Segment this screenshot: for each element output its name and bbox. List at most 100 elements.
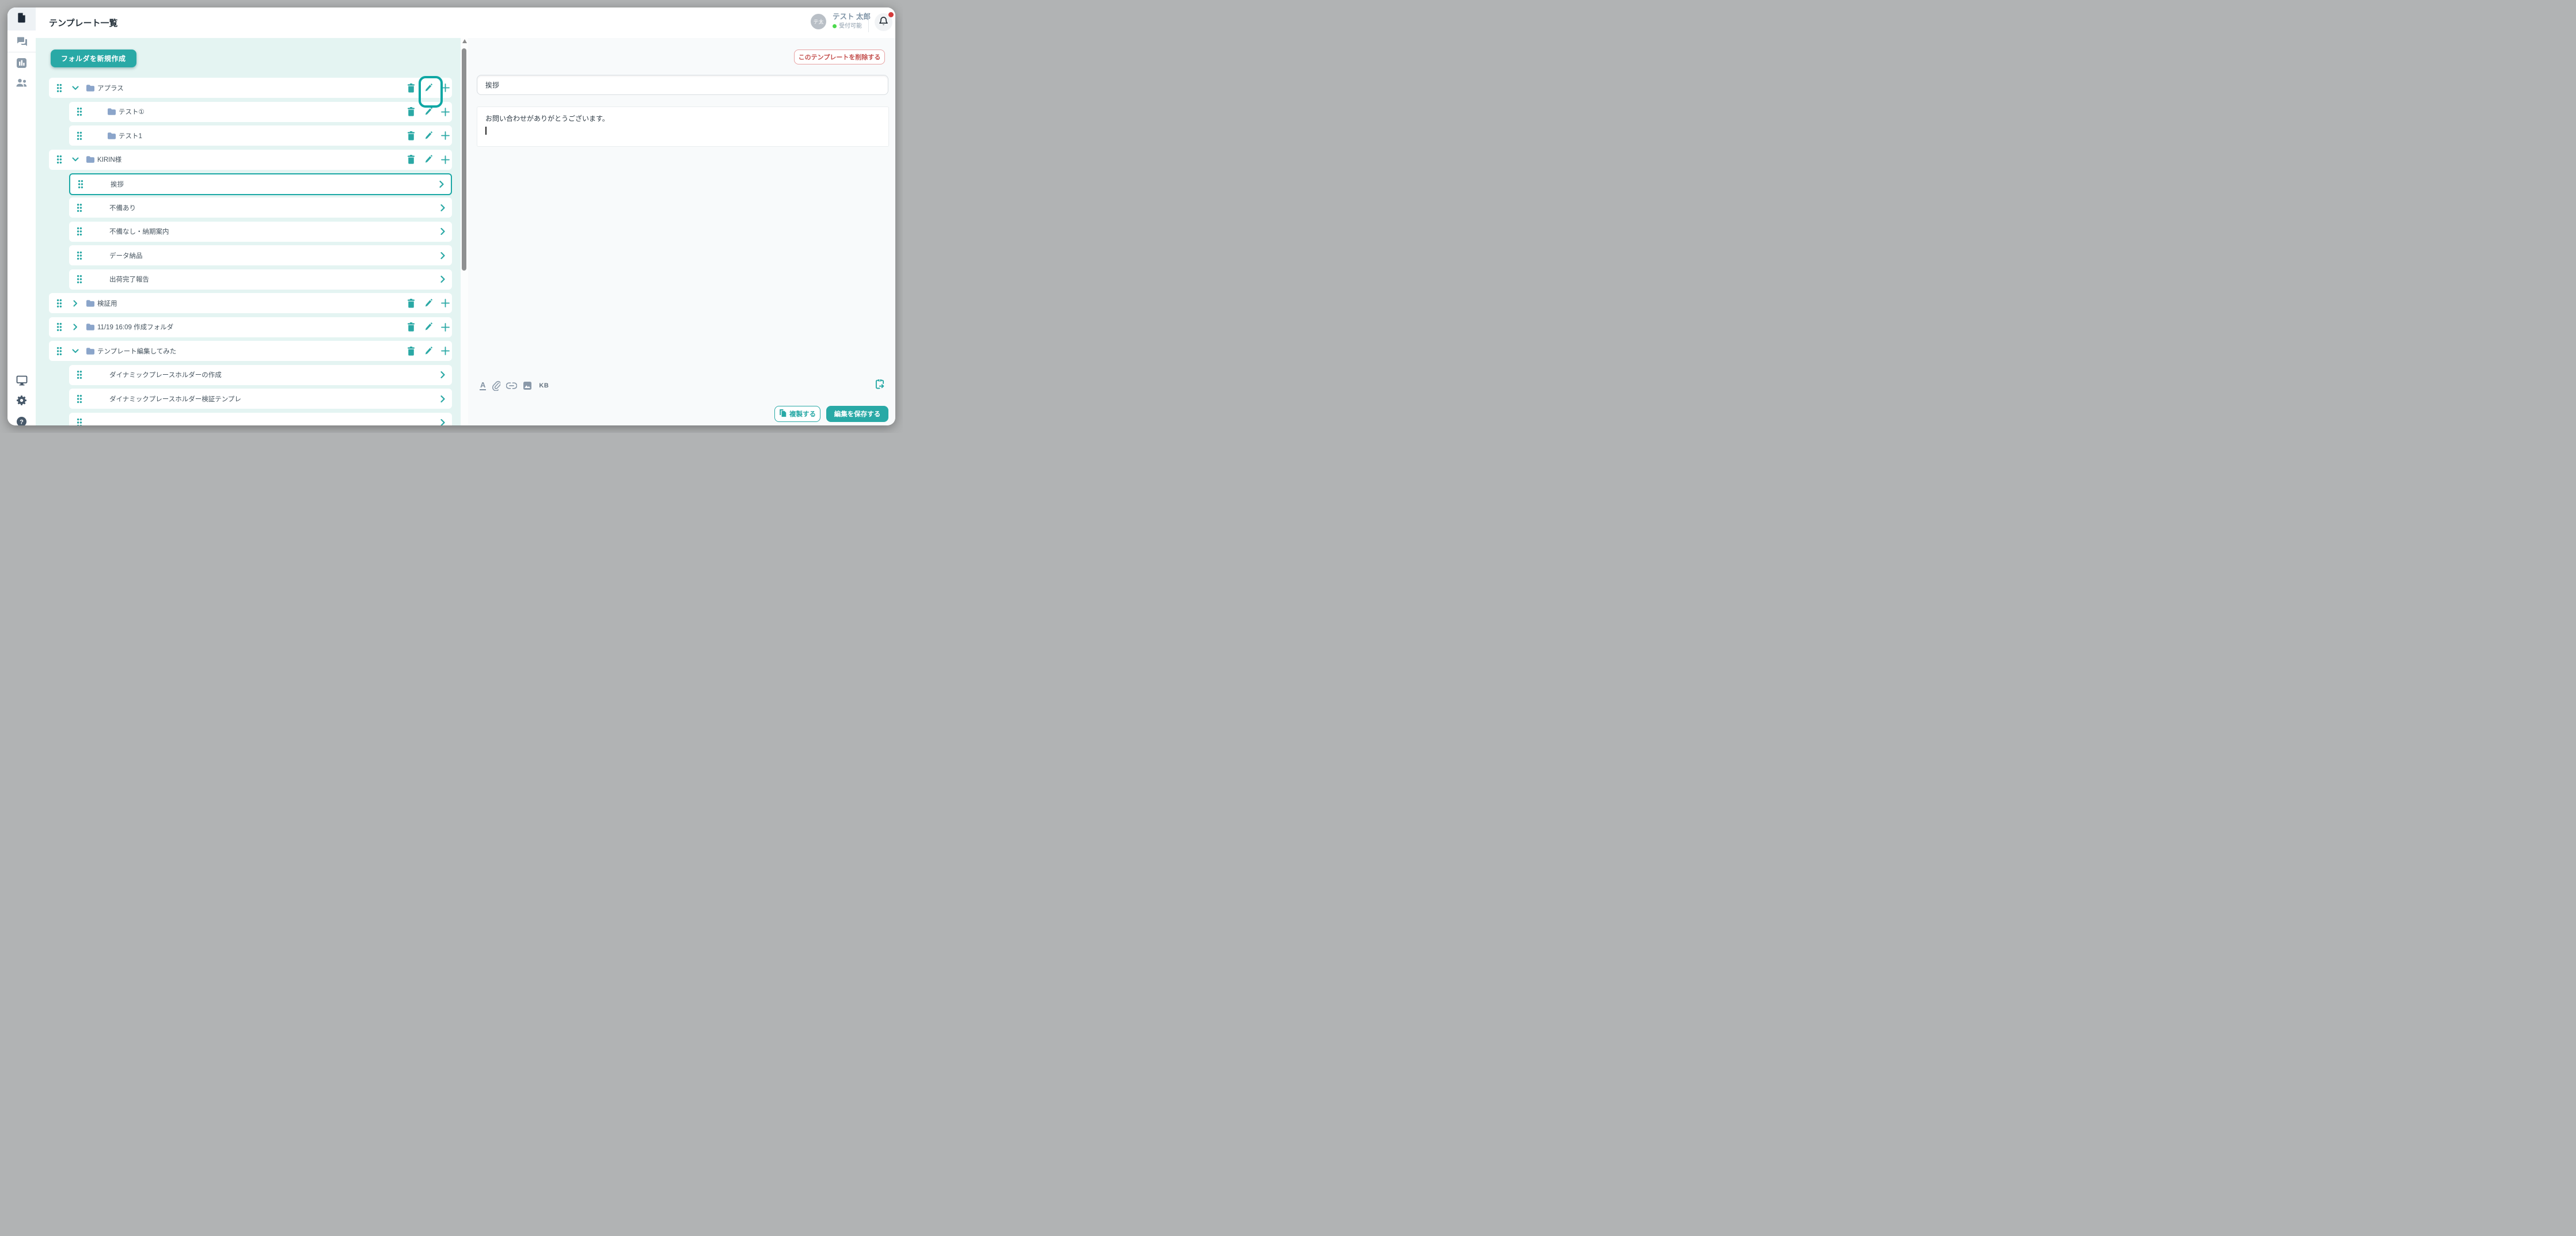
drag-handle-icon[interactable] [56, 155, 62, 164]
add-template-icon[interactable] [441, 131, 450, 140]
copy-icon [779, 409, 787, 419]
duplicate-label: 複製する [789, 409, 816, 419]
attachment-icon[interactable] [492, 381, 500, 391]
status-dot [833, 24, 837, 28]
add-template-icon[interactable] [441, 322, 450, 332]
folder-icon [86, 84, 95, 92]
delete-folder-icon[interactable] [406, 299, 415, 308]
sidebar-item-settings[interactable] [7, 390, 36, 413]
edit-folder-icon[interactable] [424, 131, 432, 140]
drag-handle-icon[interactable] [77, 107, 82, 116]
tree-row[interactable]: データ納品 [69, 245, 452, 265]
sidebar-item-help[interactable]: ? [7, 412, 36, 425]
edit-folder-icon[interactable] [424, 347, 432, 356]
chevron-right-icon [440, 204, 445, 211]
edit-folder-icon[interactable] [424, 83, 432, 93]
folder-expand-icon[interactable] [72, 325, 79, 329]
delete-folder-icon[interactable] [406, 347, 415, 356]
row-actions [406, 102, 452, 122]
template-tree: アプラス テスト① [49, 78, 452, 425]
row-label: ダイナミックプレースホルダー検証テンプレ [109, 394, 241, 404]
folder-icon [86, 323, 95, 331]
drag-handle-icon[interactable] [56, 83, 62, 93]
svg-text:?: ? [20, 419, 24, 426]
add-template-icon[interactable] [441, 83, 450, 93]
add-template-icon[interactable] [441, 155, 450, 164]
drag-handle-icon[interactable] [78, 180, 83, 189]
sidebar-item-users[interactable] [7, 73, 36, 96]
link-icon[interactable] [506, 382, 517, 390]
folder-expand-icon[interactable] [72, 301, 79, 306]
drag-handle-icon[interactable] [56, 299, 62, 308]
user-meta[interactable]: テスト 太郎 受付可能 [833, 13, 871, 29]
drag-handle-icon[interactable] [77, 131, 82, 140]
drag-handle-icon[interactable] [77, 251, 82, 260]
folder-expand-icon[interactable] [72, 157, 79, 162]
text-format-icon[interactable]: A [480, 381, 486, 390]
row-label: テスト① [119, 107, 145, 116]
sidebar-item-monitor[interactable] [7, 370, 36, 393]
kb-icon[interactable]: KB [538, 382, 549, 389]
drag-handle-icon[interactable] [77, 203, 82, 212]
folder-icon [86, 299, 95, 307]
scrollbar-thumb[interactable] [462, 48, 466, 271]
delete-folder-icon[interactable] [406, 322, 415, 332]
tree-row[interactable]: 出荷完了報告 [69, 269, 452, 290]
tree-row[interactable]: 不備あり [69, 197, 452, 218]
chevron-right-icon [440, 419, 445, 426]
drag-handle-icon[interactable] [77, 275, 82, 284]
avatar[interactable]: テ太 [811, 14, 826, 29]
sidebar-item-chat[interactable] [7, 31, 36, 54]
tree-row[interactable]: テスト1 [69, 125, 452, 146]
tree-row[interactable]: KIRIN様 [49, 150, 452, 170]
drag-handle-icon[interactable] [77, 418, 82, 425]
user-name: テスト 太郎 [833, 13, 871, 21]
image-icon[interactable] [523, 381, 532, 390]
status-label: 受付可能 [839, 24, 862, 29]
scrollbar-up-arrow[interactable] [462, 39, 467, 43]
tree-row[interactable]: 不備なし・納期案内 [69, 222, 452, 242]
folder-expand-icon[interactable] [72, 86, 79, 90]
template-title-input[interactable] [477, 75, 888, 95]
chevron-right-icon [440, 371, 445, 379]
tree-row[interactable]: 挨拶 [69, 173, 452, 195]
tree-row[interactable] [69, 413, 452, 426]
tree-row[interactable]: アプラス [49, 78, 452, 98]
sidebar-item-templates[interactable] [7, 7, 36, 31]
row-actions [406, 78, 452, 98]
document-icon [16, 12, 27, 26]
drag-handle-icon[interactable] [77, 370, 82, 379]
tree-scrollbar[interactable] [461, 38, 468, 425]
drag-handle-icon[interactable] [56, 347, 62, 356]
template-tree-panel: フォルダを新規作成 アプラス [36, 38, 461, 425]
edit-folder-icon[interactable] [424, 322, 432, 332]
drag-handle-icon[interactable] [56, 322, 62, 332]
duplicate-button[interactable]: 複製する [774, 406, 820, 422]
template-editor-panel: このテンプレートを削除する お問い合わせがありがとうございます。 A KB [468, 38, 895, 425]
tree-row[interactable]: テンプレート編集してみた [49, 341, 452, 361]
edit-folder-icon[interactable] [424, 299, 432, 308]
tree-row[interactable]: ダイナミックプレースホルダーの作成 [69, 365, 452, 385]
delete-folder-icon[interactable] [406, 131, 415, 140]
add-template-icon[interactable] [441, 347, 450, 356]
tree-row[interactable]: ダイナミックプレースホルダー検証テンプレ [69, 389, 452, 409]
clipboard-export-icon[interactable] [875, 379, 885, 393]
delete-folder-icon[interactable] [406, 107, 415, 116]
drag-handle-icon[interactable] [77, 394, 82, 404]
add-template-icon[interactable] [441, 299, 450, 308]
edit-folder-icon[interactable] [424, 107, 432, 116]
add-template-icon[interactable] [441, 107, 450, 116]
drag-handle-icon[interactable] [77, 227, 82, 236]
tree-row[interactable]: 検証用 [49, 293, 452, 313]
edit-folder-icon[interactable] [424, 155, 432, 164]
delete-folder-icon[interactable] [406, 83, 415, 93]
delete-template-button[interactable]: このテンプレートを削除する [794, 50, 885, 64]
folder-expand-icon[interactable] [72, 349, 79, 353]
template-body-editor[interactable]: お問い合わせがありがとうございます。 [477, 107, 889, 147]
tree-row[interactable]: テスト① [69, 102, 452, 122]
delete-folder-icon[interactable] [406, 155, 415, 164]
save-button[interactable]: 編集を保存する [826, 406, 888, 422]
tree-row[interactable]: 11/19 16:09 作成フォルダ [49, 317, 452, 337]
new-folder-button[interactable]: フォルダを新規作成 [51, 50, 136, 67]
row-label: テンプレート編集してみた [97, 347, 176, 356]
